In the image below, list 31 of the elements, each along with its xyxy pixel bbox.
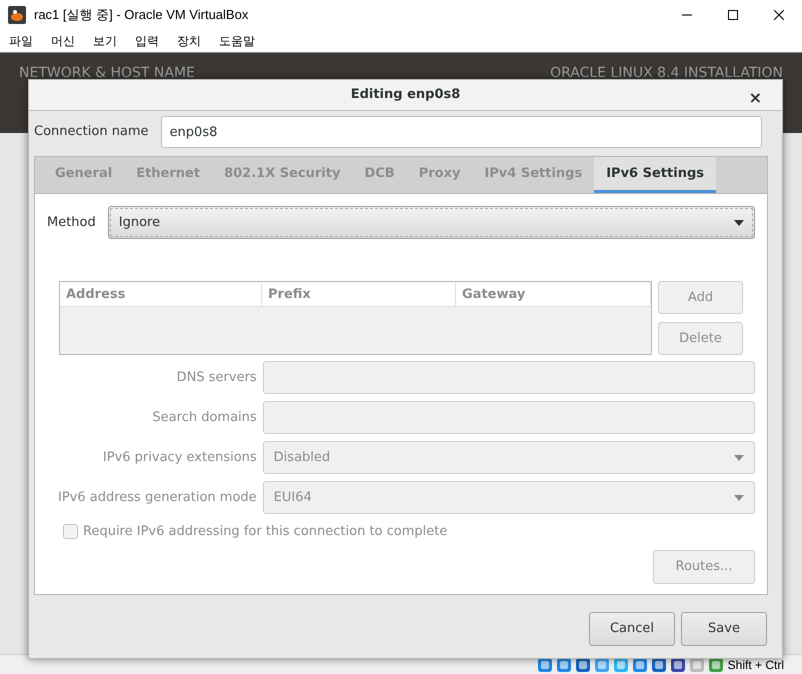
dropdown-arrow-icon: [734, 494, 744, 500]
installer-product-title: ORACLE LINUX 8.4 INSTALLATION: [550, 64, 783, 83]
column-header: Prefix: [262, 282, 456, 306]
close-button[interactable]: ×: [748, 86, 762, 110]
field-label: IPv6 address generation mode: [56, 488, 258, 507]
menu-item[interactable]: 보기: [93, 32, 117, 50]
menu-item[interactable]: 파일: [9, 32, 33, 50]
window-title: rac1 [실행 중] - Oracle VM VirtualBox: [34, 6, 248, 24]
dialog-title: Editing enp0s8: [350, 86, 460, 104]
menu-item[interactable]: 도움말: [219, 32, 255, 50]
dialog-button[interactable]: Cancel: [589, 612, 675, 646]
menu-item[interactable]: 장치: [177, 32, 201, 50]
tab[interactable]: IPv6 Settings: [594, 157, 716, 193]
column-header: Address: [60, 282, 262, 306]
dialog-button[interactable]: Save: [681, 612, 767, 646]
menu-item[interactable]: 입력: [135, 32, 159, 50]
field-label: DNS servers: [176, 368, 258, 387]
checkbox-label: Require IPv6 addressing for this connection to complete: [83, 523, 448, 541]
column-header: Gateway: [456, 282, 651, 306]
connection-name-field[interactable]: enp0s8: [160, 116, 762, 148]
menu-item[interactable]: 머신: [51, 32, 75, 50]
dropdown-arrow-icon: [734, 220, 744, 226]
installer-section-title: NETWORK & HOST NAME: [19, 64, 195, 83]
field-label: Search domains: [151, 408, 258, 427]
host-key-label: Shift + Ctrl: [728, 656, 784, 674]
field-label: IPv6 privacy extensions: [102, 448, 258, 467]
field-label: Connection name: [34, 123, 149, 142]
method-dropdown[interactable]: Ignore: [108, 206, 755, 239]
app-logo-icon: [8, 6, 26, 24]
dropdown-arrow-icon: [734, 454, 744, 460]
method-label: Method: [47, 214, 96, 232]
